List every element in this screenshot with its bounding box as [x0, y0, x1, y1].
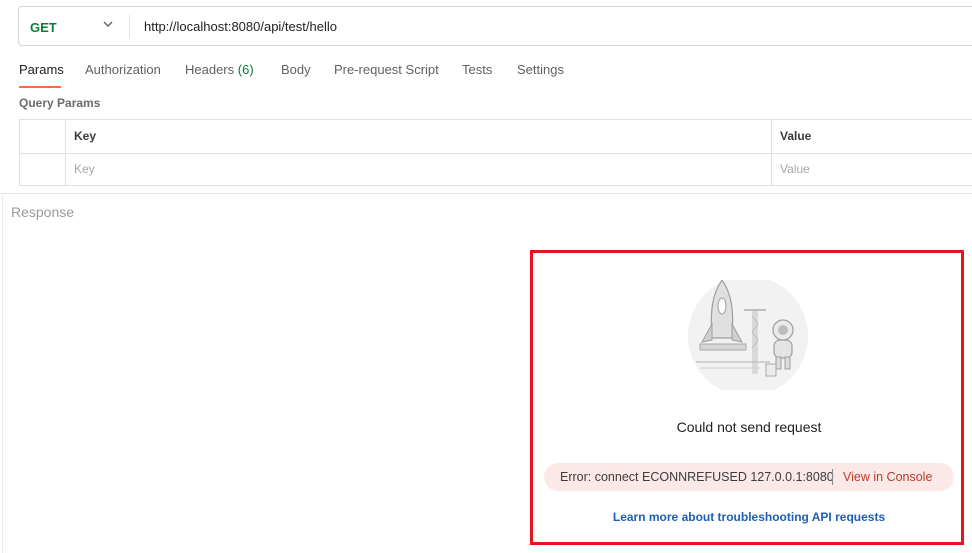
error-divider: [832, 469, 833, 485]
error-message: Error: connect ECONNREFUSED 127.0.0.1:80…: [560, 470, 834, 484]
key-column-header: Key: [74, 129, 97, 143]
tab-settings[interactable]: Settings: [517, 62, 564, 77]
tab-pre-request-script[interactable]: Pre-request Script: [334, 62, 439, 77]
view-in-console-link[interactable]: View in Console: [843, 470, 932, 484]
table-divider: [20, 153, 972, 154]
error-title: Could not send request: [676, 419, 822, 435]
table-column-divider: [771, 120, 772, 185]
active-tab-indicator: [19, 86, 61, 88]
value-column-header: Value: [780, 129, 812, 143]
key-input[interactable]: Key: [74, 162, 95, 176]
tab-tests[interactable]: Tests: [462, 62, 492, 77]
table-column-divider: [65, 120, 66, 185]
query-params-table: Key Value Key Value: [19, 119, 972, 186]
tab-body[interactable]: Body: [281, 62, 311, 77]
tab-headers-label: Headers: [185, 62, 235, 77]
tab-authorization[interactable]: Authorization: [85, 62, 161, 77]
pane-splitter[interactable]: [0, 193, 972, 194]
headers-count: (6): [237, 62, 254, 77]
chevron-down-icon[interactable]: [103, 19, 113, 29]
url-input[interactable]: http://localhost:8080/api/test/hello: [144, 19, 337, 34]
rocket-astronaut-illustration: [688, 280, 808, 390]
method-select[interactable]: GET: [30, 20, 57, 35]
query-params-title: Query Params: [19, 96, 101, 110]
pane-left-border: [2, 193, 3, 553]
tab-params[interactable]: Params: [19, 62, 64, 77]
tab-headers[interactable]: Headers (6): [185, 62, 254, 77]
troubleshooting-link[interactable]: Learn more about troubleshooting API req…: [530, 510, 968, 524]
error-banner: Error: connect ECONNREFUSED 127.0.0.1:80…: [544, 463, 954, 491]
request-url-bar: GET http://localhost:8080/api/test/hello: [18, 6, 972, 46]
url-divider: [129, 15, 130, 39]
response-title: Response: [11, 204, 75, 220]
value-input[interactable]: Value: [780, 162, 810, 176]
